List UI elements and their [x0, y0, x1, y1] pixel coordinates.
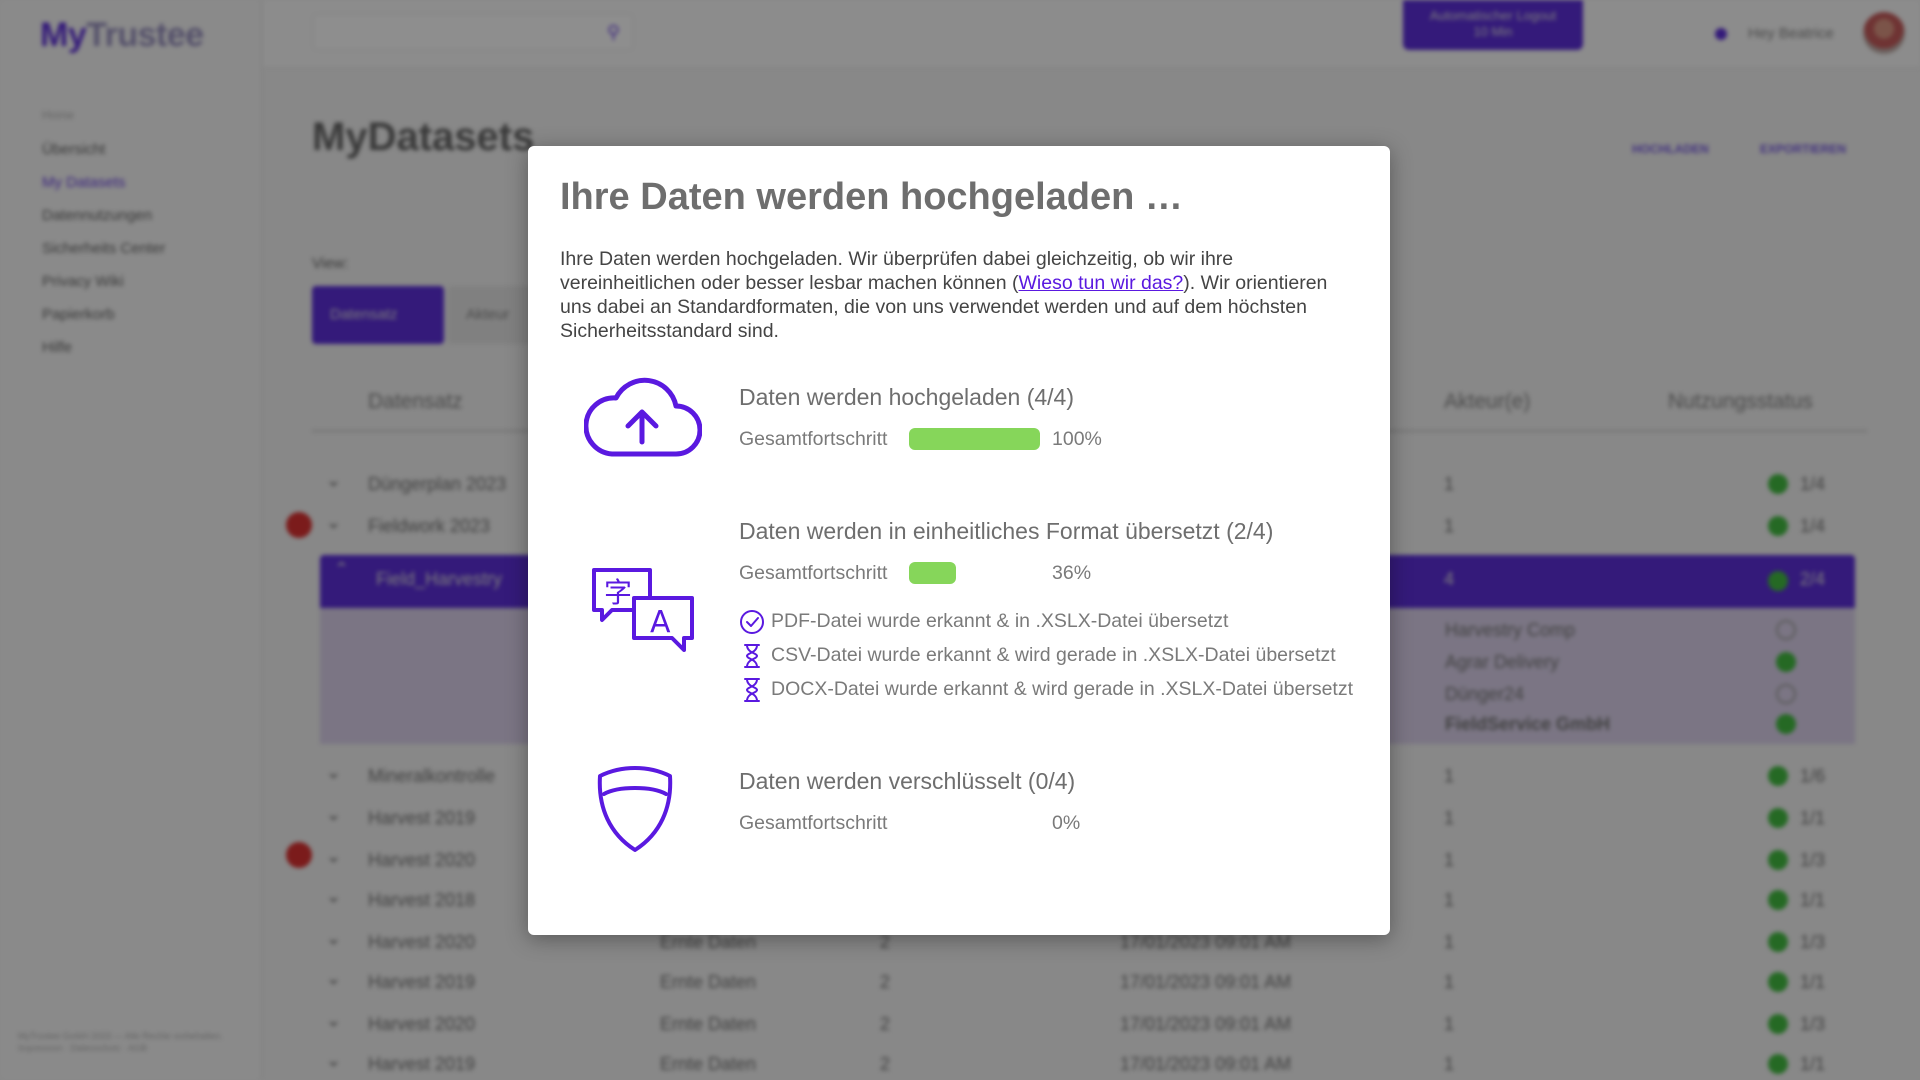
progress-label: Gesamtfortschritt	[739, 562, 888, 584]
progress-label: Gesamtfortschritt	[739, 428, 888, 450]
upload-progress-percent: 100%	[1052, 428, 1102, 450]
file-status-text: CSV-Datei wurde erkannt & wird gerade in…	[771, 644, 1336, 666]
cloud-upload-icon	[584, 377, 702, 457]
hourglass-icon	[744, 644, 760, 668]
modal-title: Ihre Daten werden hochgeladen …	[560, 176, 1183, 218]
step-encrypt-title: Daten werden verschlüsselt (0/4)	[739, 768, 1076, 794]
upload-progress-bar	[909, 428, 1040, 450]
file-status-docx: DOCX-Datei wurde erkannt & wird gerade i…	[739, 677, 1353, 705]
upload-progress-modal: Ihre Daten werden hochgeladen … Ihre Dat…	[528, 146, 1390, 935]
translate-progress-bar	[909, 562, 956, 584]
file-status-csv: CSV-Datei wurde erkannt & wird gerade in…	[739, 643, 1336, 671]
shield-icon	[597, 766, 673, 852]
step-upload-title: Daten werden hochgeladen (4/4)	[739, 384, 1075, 410]
modal-intro: Ihre Daten werden hochgeladen. Wir überp…	[560, 247, 1350, 343]
encrypt-progress-percent: 0%	[1052, 812, 1081, 834]
file-status-text: PDF-Datei wurde erkannt & in .XSLX-Datei…	[771, 610, 1229, 632]
step-translate-title: Daten werden in einheitliches Format übe…	[739, 518, 1274, 544]
progress-label: Gesamtfortschritt	[739, 812, 888, 834]
translate-icon: 字 A	[592, 568, 694, 652]
why-link[interactable]: Wieso tun wir das?	[1019, 272, 1184, 294]
svg-text:A: A	[650, 605, 671, 640]
svg-text:字: 字	[604, 576, 632, 609]
file-status-text: DOCX-Datei wurde erkannt & wird gerade i…	[771, 678, 1354, 700]
file-status-pdf: PDF-Datei wurde erkannt & in .XSLX-Datei…	[739, 609, 1228, 637]
hourglass-icon	[744, 678, 760, 702]
check-circle-icon	[740, 610, 764, 634]
translate-progress-percent: 36%	[1052, 562, 1092, 584]
